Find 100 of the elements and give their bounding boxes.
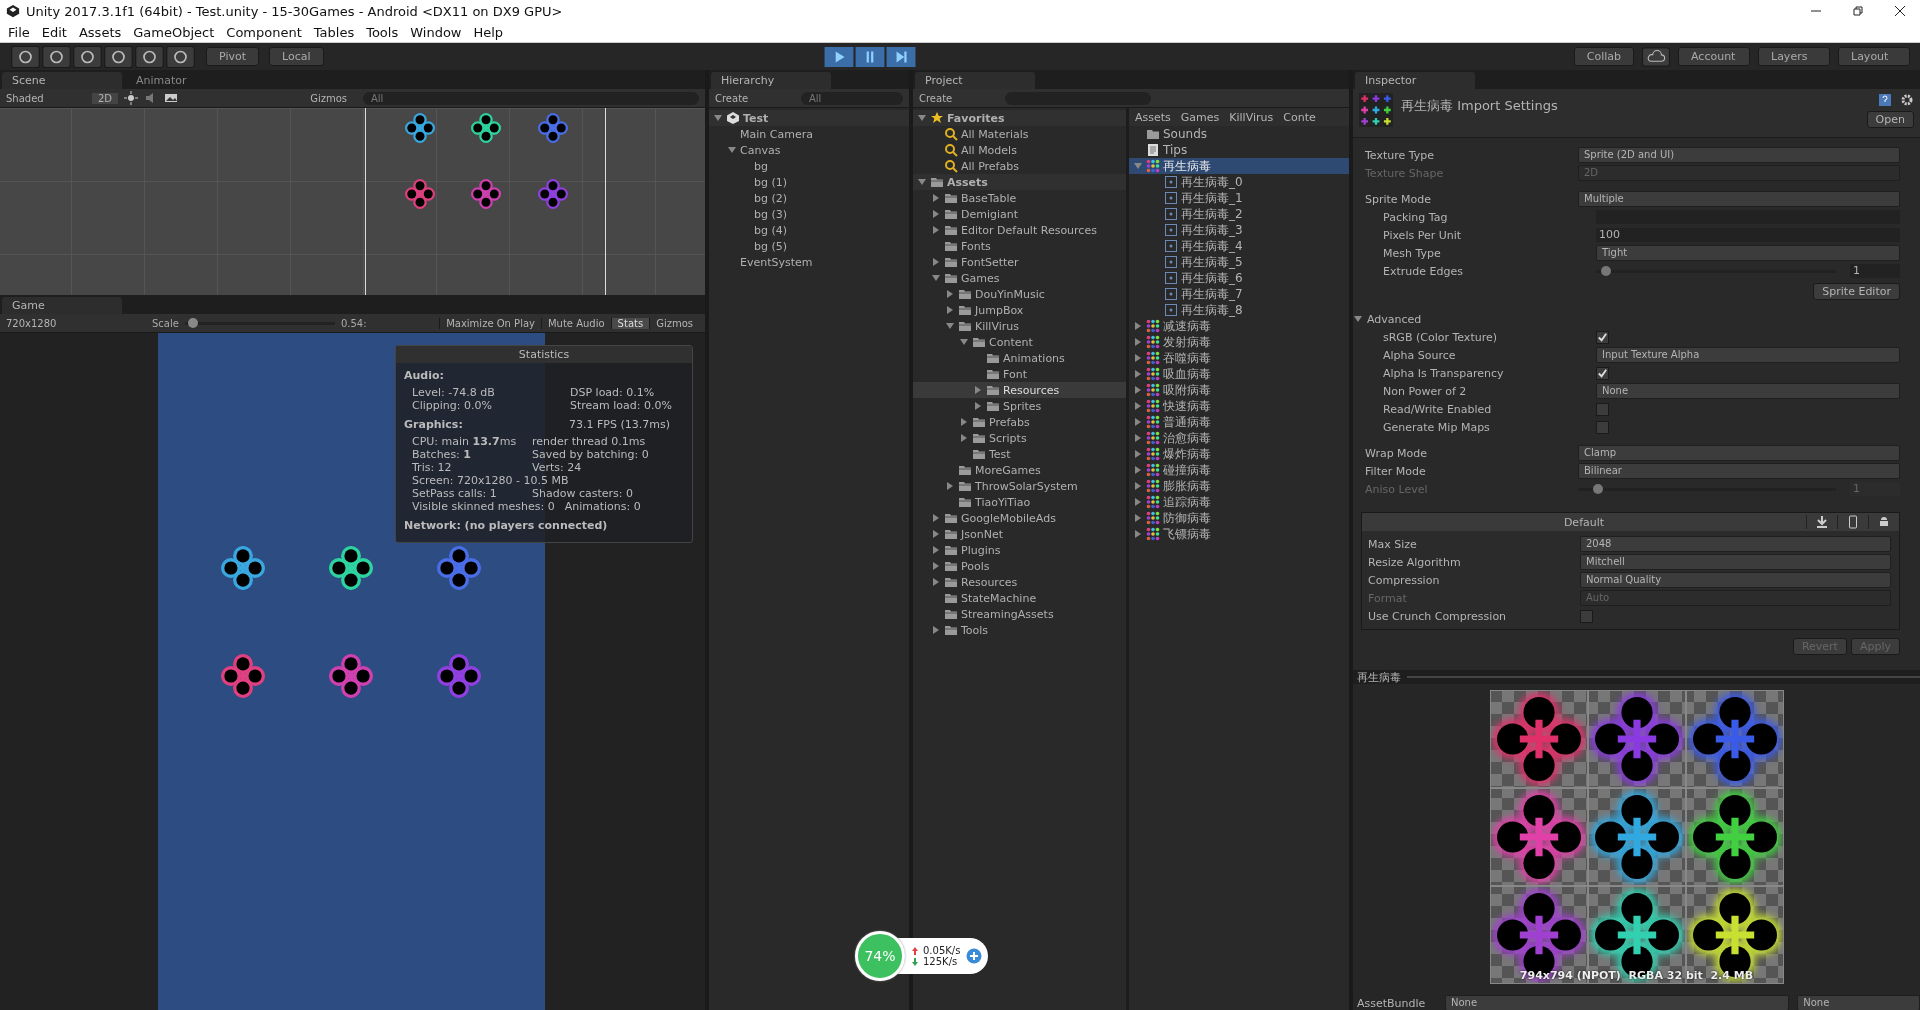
folder-tree-item[interactable]: BaseTable	[913, 190, 1126, 206]
hierarchy-item[interactable]: EventSystem	[709, 254, 909, 270]
breadcrumb-item[interactable]: Conte	[1283, 110, 1316, 124]
asset-item[interactable]: Tips	[1129, 142, 1349, 158]
asset-item[interactable]: 再生病毒_2	[1129, 206, 1349, 222]
menu-item[interactable]: GameObject	[127, 24, 221, 40]
asset-item[interactable]: 再生病毒_0	[1129, 174, 1349, 190]
asset-item[interactable]: 再生病毒_8	[1129, 302, 1349, 318]
breadcrumb-item[interactable]: Assets	[1135, 110, 1171, 124]
play-icon[interactable]	[823, 46, 854, 67]
expand-arrow-icon[interactable]	[931, 625, 941, 635]
folder-tree-item[interactable]: Fonts	[913, 238, 1126, 254]
asset-item[interactable]: 飞镖病毒	[1129, 526, 1349, 542]
asset-item[interactable]: 再生病毒_7	[1129, 286, 1349, 302]
asset-item[interactable]: 快速病毒	[1129, 398, 1349, 414]
folder-tree-item[interactable]: TiaoYiTiao	[913, 494, 1126, 510]
asset-item[interactable]: 吸血病毒	[1129, 366, 1349, 382]
step-icon[interactable]	[885, 46, 916, 67]
checkbox[interactable]	[1596, 420, 1609, 434]
folder-tree-item[interactable]: StreamingAssets	[913, 606, 1126, 622]
asset-item[interactable]: 发射病毒	[1129, 334, 1349, 350]
checkbox[interactable]	[1596, 366, 1609, 380]
foldout-icon[interactable]	[1353, 314, 1363, 324]
plus-icon[interactable]	[966, 948, 983, 964]
toggle-button[interactable]: Stats	[610, 317, 650, 329]
folder-tree-item[interactable]: Editor Default Resources	[913, 222, 1126, 238]
folder-tree-item[interactable]: Test	[913, 446, 1126, 462]
dropdown[interactable]: Normal Quality	[1580, 572, 1891, 588]
folder-tree-item[interactable]: Assets	[913, 174, 1126, 190]
input-field[interactable]: 100	[1596, 228, 1900, 242]
asset-item[interactable]: 追踪病毒	[1129, 494, 1349, 510]
menu-item[interactable]: Help	[467, 24, 510, 40]
asset-item[interactable]: 再生病毒_5	[1129, 254, 1349, 270]
tab[interactable]: Game	[2, 297, 122, 314]
sun-icon[interactable]	[124, 91, 139, 105]
dropdown[interactable]: None	[1797, 995, 1920, 1010]
folder-tree-item[interactable]: Resources	[913, 574, 1126, 590]
folder-tree-item[interactable]: Animations	[913, 350, 1126, 366]
folder-tree-item[interactable]: Scripts	[913, 430, 1126, 446]
expand-arrow-icon[interactable]	[727, 145, 737, 155]
folder-tree-item[interactable]: GoogleMobileAds	[913, 510, 1126, 526]
dropdown[interactable]: Multiple	[1578, 191, 1900, 207]
checkbox[interactable]	[1580, 609, 1593, 623]
virus-sprite[interactable]	[405, 179, 435, 209]
2d-toggle[interactable]: 2D	[92, 92, 119, 104]
layers-button[interactable]: Layers	[1758, 47, 1830, 66]
folder-tree-item[interactable]: KillVirus	[913, 318, 1126, 334]
open-button[interactable]: Open	[1866, 111, 1914, 128]
gizmos-dropdown[interactable]: Gizmos	[310, 92, 357, 104]
folder-tree-item[interactable]: All Models	[913, 142, 1126, 158]
expand-arrow-icon[interactable]	[945, 481, 955, 491]
asset-item[interactable]: 膨胀病毒	[1129, 478, 1349, 494]
virus-sprite[interactable]	[471, 113, 501, 143]
dropdown[interactable]: Bilinear	[1578, 463, 1900, 479]
hierarchy-item[interactable]: bg (2)	[709, 190, 909, 206]
folder-tree-item[interactable]: Favorites	[913, 110, 1126, 126]
folder-tree-item[interactable]: Tools	[913, 622, 1126, 638]
menu-item[interactable]: Edit	[35, 24, 73, 40]
expand-arrow-icon[interactable]	[917, 113, 927, 123]
toggle-button[interactable]: Gizmos	[649, 317, 699, 329]
expand-arrow-icon[interactable]	[713, 113, 723, 123]
dropdown[interactable]: Input Texture Alpha	[1596, 347, 1900, 363]
menu-item[interactable]: Window	[404, 24, 468, 40]
asset-item[interactable]: 爆炸病毒	[1129, 446, 1349, 462]
asset-item[interactable]: 减速病毒	[1129, 318, 1349, 334]
pivot-button[interactable]: Pivot	[206, 47, 259, 66]
hierarchy-item[interactable]: bg (3)	[709, 206, 909, 222]
menu-item[interactable]: Tools	[360, 24, 405, 40]
asset-item[interactable]: 防御病毒	[1129, 510, 1349, 526]
local-button[interactable]: Local	[269, 47, 324, 66]
asset-item[interactable]: 治愈病毒	[1129, 430, 1349, 446]
dropdown[interactable]: None	[1445, 995, 1790, 1010]
folder-tree-item[interactable]: MoreGames	[913, 462, 1126, 478]
checkbox[interactable]	[1596, 330, 1609, 344]
dropdown[interactable]: Clamp	[1578, 445, 1900, 461]
folder-tree-item[interactable]: FontSetter	[913, 254, 1126, 270]
create-dropdown[interactable]: Create	[715, 92, 795, 104]
asset-item[interactable]: 再生病毒_3	[1129, 222, 1349, 238]
tab[interactable]: Inspector	[1355, 72, 1475, 89]
create-dropdown[interactable]: Create	[919, 92, 999, 104]
image-icon[interactable]	[164, 91, 179, 105]
asset-item[interactable]: 吞噬病毒	[1129, 350, 1349, 366]
folder-tree-item[interactable]: Demigiant	[913, 206, 1126, 222]
folder-tree-item[interactable]: DouYinMusic	[913, 286, 1126, 302]
settings-icon[interactable]	[1900, 93, 1914, 107]
asset-item[interactable]: 再生病毒_1	[1129, 190, 1349, 206]
asset-item[interactable]: 普通病毒	[1129, 414, 1349, 430]
restore-icon[interactable]	[1852, 5, 1864, 17]
dropdown[interactable]: None	[1596, 383, 1900, 399]
checkbox[interactable]	[1596, 402, 1609, 416]
dropdown[interactable]: Sprite (2D and UI)	[1578, 147, 1900, 163]
cloud-icon[interactable]	[1642, 46, 1670, 67]
layout-button[interactable]: Layout	[1838, 47, 1910, 66]
folder-tree-item[interactable]: JumpBox	[913, 302, 1126, 318]
input-field[interactable]: 1	[1850, 264, 1900, 278]
breadcrumb-item[interactable]: KillVirus	[1229, 110, 1274, 124]
asset-item[interactable]: 吸附病毒	[1129, 382, 1349, 398]
hierarchy-item[interactable]: bg (5)	[709, 238, 909, 254]
menu-item[interactable]: Tables	[307, 24, 361, 40]
shading-dropdown[interactable]: Shaded	[6, 92, 86, 104]
